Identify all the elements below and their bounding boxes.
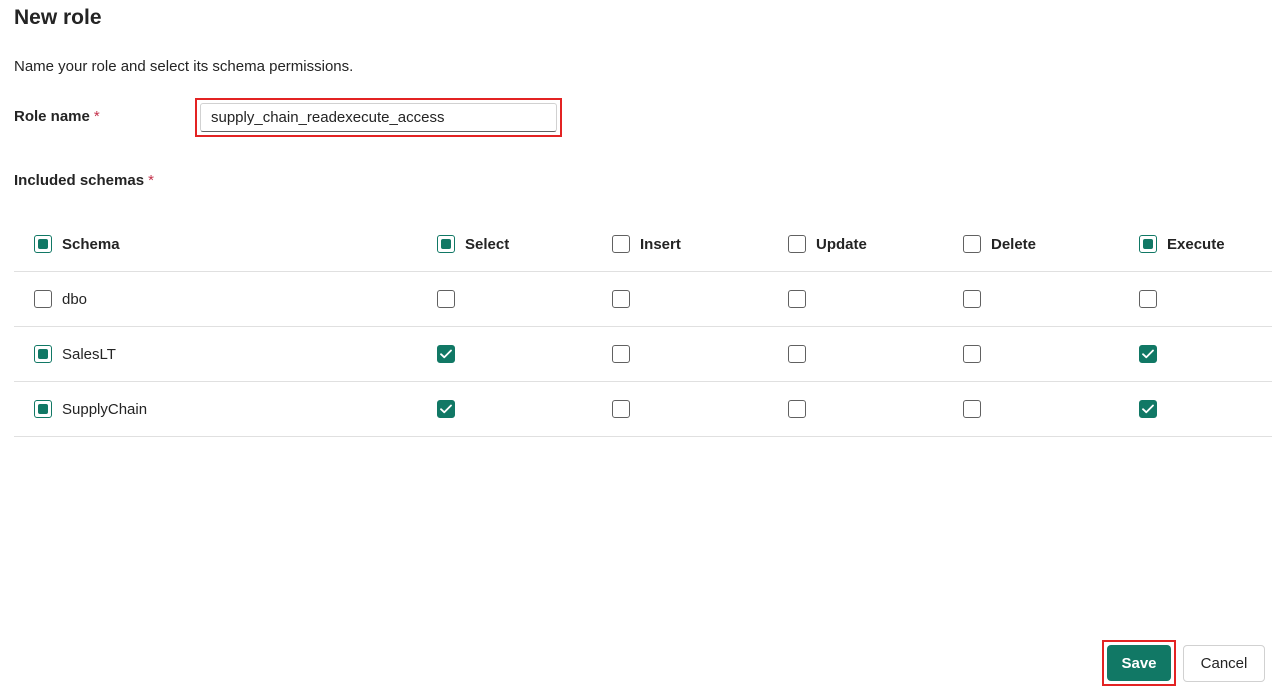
cancel-button[interactable]: Cancel: [1183, 645, 1265, 682]
schema-checkbox-saleslt[interactable]: [34, 345, 52, 363]
schema-name: dbo: [62, 290, 88, 308]
supplychain-update-checkbox[interactable]: [788, 400, 806, 418]
dbo-delete-checkbox[interactable]: [963, 290, 981, 308]
dbo-execute-checkbox[interactable]: [1139, 290, 1157, 308]
header-cell-schema: Schema: [34, 217, 120, 271]
header-cell-delete: Delete: [963, 217, 1036, 271]
role-name-label: Role name *: [14, 108, 100, 125]
schema-name: SalesLT: [62, 345, 116, 363]
supplychain-delete-checkbox[interactable]: [963, 400, 981, 418]
column-header-execute: Execute: [1167, 235, 1225, 253]
column-header-schema: Schema: [62, 235, 120, 253]
included-schemas-label-text: Included schemas: [14, 172, 145, 189]
required-marker: *: [93, 108, 100, 125]
schema-checkbox-dbo[interactable]: [34, 290, 52, 308]
save-button-highlight: Save: [1102, 640, 1176, 686]
dbo-insert-checkbox[interactable]: [612, 290, 630, 308]
included-schemas-label: Included schemas *: [14, 172, 154, 189]
schema-name: SupplyChain: [62, 400, 148, 418]
supplychain-execute-checkbox[interactable]: [1139, 400, 1157, 418]
required-marker: *: [148, 172, 154, 189]
header-cell-update: Update: [788, 217, 867, 271]
column-header-delete: Delete: [991, 235, 1037, 253]
table-header-row: Schema Select Insert Update Delete Execu…: [14, 217, 1272, 272]
select-all-insert-checkbox[interactable]: [612, 235, 630, 253]
new-role-dialog: New role Name your role and select its s…: [0, 0, 1272, 692]
saleslt-delete-checkbox[interactable]: [963, 345, 981, 363]
select-all-schemas-checkbox[interactable]: [34, 235, 52, 253]
table-row: dbo: [14, 272, 1272, 327]
select-all-execute-checkbox[interactable]: [1139, 235, 1157, 253]
role-name-label-text: Role name: [14, 108, 90, 125]
dbo-update-checkbox[interactable]: [788, 290, 806, 308]
schema-checkbox-supplychain[interactable]: [34, 400, 52, 418]
saleslt-insert-checkbox[interactable]: [612, 345, 630, 363]
schema-cell: dbo: [34, 272, 87, 326]
dbo-select-checkbox[interactable]: [437, 290, 455, 308]
schema-cell: SupplyChain: [34, 382, 147, 436]
dialog-title: New role: [14, 6, 102, 29]
table-row: SupplyChain: [14, 382, 1272, 437]
save-button[interactable]: Save: [1107, 645, 1171, 681]
saleslt-update-checkbox[interactable]: [788, 345, 806, 363]
select-all-update-checkbox[interactable]: [788, 235, 806, 253]
table-row: SalesLT: [14, 327, 1272, 382]
saleslt-select-checkbox[interactable]: [437, 345, 455, 363]
schema-cell: SalesLT: [34, 327, 116, 381]
column-header-select: Select: [465, 235, 510, 253]
header-cell-execute: Execute: [1139, 217, 1225, 271]
role-name-input[interactable]: [200, 103, 557, 132]
select-all-delete-checkbox[interactable]: [963, 235, 981, 253]
schema-permissions-table: Schema Select Insert Update Delete Execu…: [14, 217, 1272, 437]
header-cell-insert: Insert: [612, 217, 681, 271]
role-name-highlight: [195, 98, 562, 137]
supplychain-insert-checkbox[interactable]: [612, 400, 630, 418]
header-cell-select: Select: [437, 217, 509, 271]
saleslt-execute-checkbox[interactable]: [1139, 345, 1157, 363]
column-header-update: Update: [816, 235, 867, 253]
select-all-select-checkbox[interactable]: [437, 235, 455, 253]
supplychain-select-checkbox[interactable]: [437, 400, 455, 418]
dialog-subtitle: Name your role and select its schema per…: [14, 58, 354, 75]
column-header-insert: Insert: [640, 235, 681, 253]
